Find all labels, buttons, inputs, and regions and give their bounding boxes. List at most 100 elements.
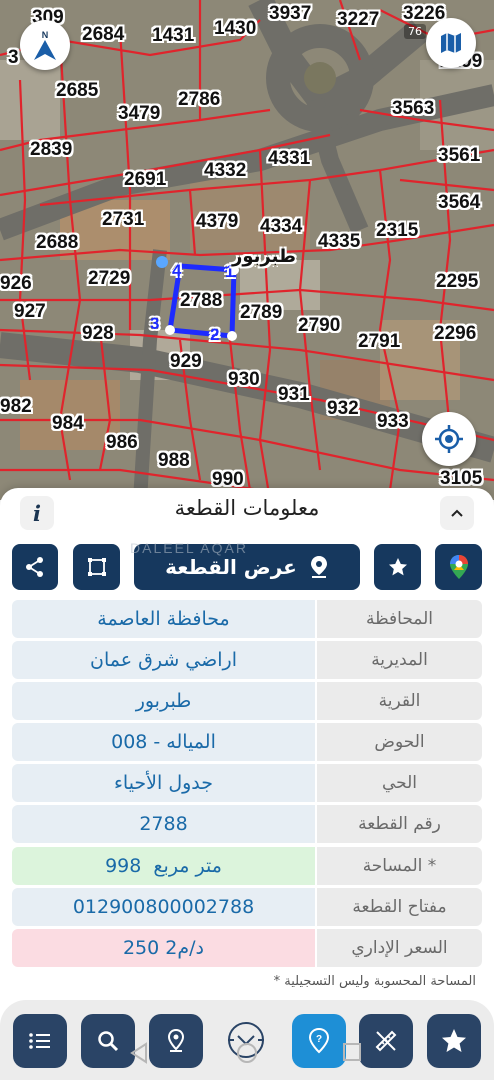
- compass-button[interactable]: N: [20, 20, 70, 70]
- parcel-label[interactable]: 3479: [118, 104, 160, 123]
- chevron-up-icon: [451, 509, 463, 517]
- parcel-label[interactable]: 3937: [269, 4, 311, 23]
- parcel-label[interactable]: 926: [0, 274, 32, 293]
- compass-north-icon: N: [34, 30, 56, 60]
- star-icon: [388, 558, 407, 576]
- parcel-label[interactable]: 984: [52, 414, 84, 433]
- parcel-label[interactable]: 3564: [438, 193, 480, 212]
- vertex-label: 2: [210, 325, 220, 344]
- admin-price-label: السعر الإداري: [317, 928, 482, 967]
- area-footnote: * المساحة المحسوبة وليس التسجيلية: [273, 974, 476, 989]
- favorites-button[interactable]: [427, 1014, 481, 1068]
- basin-value: المياله - 008: [12, 723, 315, 762]
- parcel-label[interactable]: 982: [0, 397, 32, 416]
- parcel-label[interactable]: 3227: [337, 10, 379, 29]
- map-layers-button[interactable]: [426, 18, 476, 68]
- help-button[interactable]: ?: [292, 1014, 346, 1068]
- parcel-label[interactable]: 4331: [268, 149, 310, 168]
- parcel-label[interactable]: 1430: [214, 19, 256, 38]
- show-parcel-button[interactable]: عرض القطعة: [134, 544, 360, 590]
- parcel-label[interactable]: 2839: [30, 140, 72, 159]
- parcel-label[interactable]: 1431: [152, 26, 194, 45]
- parcel-label[interactable]: 928: [82, 324, 114, 343]
- governorate-label: المحافظة: [317, 600, 482, 638]
- parcel-label[interactable]: 4335: [318, 232, 360, 251]
- parcel-label[interactable]: 2790: [298, 316, 340, 335]
- parcel-label[interactable]: 988: [158, 451, 190, 470]
- table-row: اراضي شرق عمان المديرية: [12, 641, 482, 680]
- favorite-button[interactable]: [374, 544, 421, 590]
- draw-boundary-button[interactable]: [73, 544, 120, 590]
- parcel-details-table: محافظة العاصمة المحافظة اراضي شرق عمان ا…: [12, 600, 482, 970]
- measure-tool-button[interactable]: [359, 1014, 413, 1068]
- svg-text:N: N: [42, 30, 49, 40]
- location-marker-icon: [167, 1028, 185, 1052]
- parcel-key-label: مفتاح القطعة: [317, 887, 482, 926]
- parcel-label[interactable]: 3563: [392, 99, 434, 118]
- satellite-map[interactable]: 309 3 2684 1431 1430 3937 3227 3226 2299…: [0, 0, 494, 500]
- parcel-label[interactable]: 2729: [88, 269, 130, 288]
- crosshair-icon: [435, 425, 463, 453]
- parcel-label[interactable]: 2789: [240, 303, 282, 322]
- parcel-label[interactable]: 990: [212, 470, 244, 489]
- parcel-label[interactable]: 4334: [260, 217, 302, 236]
- parcel-label[interactable]: 2788: [180, 291, 222, 310]
- collapse-panel-button[interactable]: [440, 496, 474, 530]
- parcel-label[interactable]: 986: [106, 433, 138, 452]
- village-map-label: طبربور: [232, 246, 296, 267]
- location-search-button[interactable]: [149, 1014, 203, 1068]
- parcel-label[interactable]: 4379: [196, 212, 238, 231]
- google-maps-icon: [449, 555, 468, 579]
- my-location-button[interactable]: [422, 412, 476, 466]
- basin-label: الحوض: [317, 723, 482, 762]
- parcel-label[interactable]: 2731: [102, 210, 144, 229]
- google-maps-button[interactable]: [435, 544, 482, 590]
- vertex-label: 4: [172, 261, 182, 280]
- search-icon: [98, 1031, 119, 1052]
- village-label: القرية: [317, 682, 482, 721]
- parcel-label[interactable]: 2685: [56, 81, 98, 100]
- parcel-label[interactable]: 2315: [376, 221, 418, 240]
- parcel-label[interactable]: 4332: [204, 161, 246, 180]
- location-pin-icon: [310, 556, 327, 578]
- polygon-icon: [87, 558, 106, 576]
- system-recents-icon[interactable]: [342, 1042, 362, 1062]
- area-value: 998 متر مربع: [12, 846, 315, 885]
- star-icon: [442, 1029, 466, 1052]
- parcel-label[interactable]: 2791: [358, 332, 400, 351]
- table-row: طبربور القرية: [12, 682, 482, 721]
- parcel-label[interactable]: 933: [377, 412, 409, 431]
- table-row: 012900800002788 مفتاح القطعة: [12, 887, 482, 926]
- status-indicator: 76: [404, 24, 426, 39]
- parcel-label[interactable]: 2691: [124, 170, 166, 189]
- parcel-label[interactable]: 2295: [436, 272, 478, 291]
- parcel-label[interactable]: 2688: [36, 233, 78, 252]
- table-row: 998 متر مربع المساحة *: [12, 846, 482, 885]
- parcel-label[interactable]: 3105: [440, 469, 482, 488]
- parcel-number-value: 2788: [12, 805, 315, 844]
- directorate-label: المديرية: [317, 641, 482, 680]
- list-button[interactable]: [13, 1014, 67, 1068]
- svg-text:?: ?: [316, 1034, 322, 1045]
- vertex-label: 3: [150, 314, 160, 333]
- parcel-label[interactable]: 927: [14, 302, 46, 321]
- app-root: 309 3 2684 1431 1430 3937 3227 3226 2299…: [0, 0, 494, 1080]
- search-button[interactable]: [81, 1014, 135, 1068]
- parcel-label[interactable]: 931: [278, 385, 310, 404]
- parcel-label[interactable]: 2786: [178, 90, 220, 109]
- admin-price-value: 250 د/م2: [12, 928, 315, 967]
- parcel-label[interactable]: 932: [327, 399, 359, 418]
- ruler-icon: [375, 1030, 397, 1052]
- share-button[interactable]: [12, 544, 58, 590]
- system-back-icon[interactable]: [130, 1042, 148, 1064]
- table-row: محافظة العاصمة المحافظة: [12, 600, 482, 638]
- parcel-label[interactable]: 930: [228, 370, 260, 389]
- parcel-label[interactable]: 929: [170, 352, 202, 371]
- parcel-label[interactable]: 2684: [82, 25, 124, 44]
- system-home-icon[interactable]: [236, 1042, 258, 1064]
- table-row: 2788 رقم القطعة: [12, 805, 482, 844]
- parcel-label[interactable]: 3561: [438, 146, 480, 165]
- parcel-label[interactable]: 3: [8, 48, 19, 67]
- parcel-key-value: 012900800002788: [12, 887, 315, 926]
- parcel-label[interactable]: 2296: [434, 324, 476, 343]
